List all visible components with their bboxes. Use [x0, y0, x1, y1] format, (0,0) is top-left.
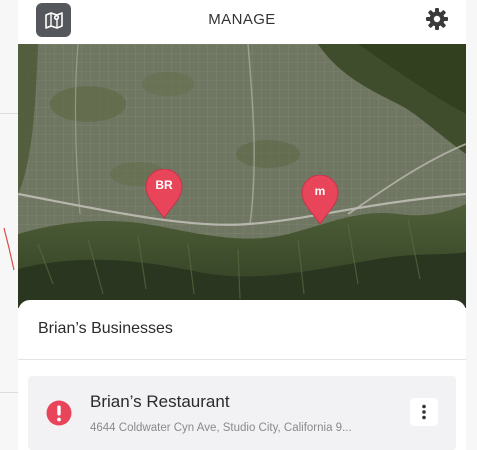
more-options-button[interactable]	[410, 398, 438, 426]
business-address: 4644 Coldwater Cyn Ave, Studio City, Cal…	[90, 422, 352, 434]
edge-arrow-icon	[3, 227, 15, 271]
gear-icon[interactable]	[425, 7, 449, 31]
app-screen: MANAGE BR m Brian’s Businesses Brian’s R…	[18, 0, 466, 450]
businesses-panel: Brian’s Businesses Brian’s Restaurant 46…	[18, 300, 466, 450]
map-pin-m[interactable]	[301, 175, 339, 225]
edge-divider	[0, 113, 18, 114]
map-pin-br[interactable]	[145, 169, 183, 219]
section-divider	[18, 359, 466, 360]
top-bar: MANAGE	[18, 0, 466, 44]
map-pin-br-label: BR	[155, 178, 173, 192]
map-view[interactable]: BR m	[18, 44, 466, 308]
page-title: MANAGE	[208, 11, 276, 28]
business-name: Brian’s Restaurant	[90, 392, 230, 411]
satellite-map	[18, 44, 466, 308]
map-pin-m-label: m	[314, 184, 326, 198]
alert-icon	[46, 400, 72, 426]
section-title: Brian’s Businesses	[38, 320, 173, 337]
edge-divider	[0, 392, 18, 393]
more-vertical-icon	[422, 404, 426, 420]
background-panel-left	[0, 0, 18, 450]
background-panel-right	[466, 0, 477, 450]
business-card[interactable]: Brian’s Restaurant 4644 Coldwater Cyn Av…	[28, 376, 456, 450]
